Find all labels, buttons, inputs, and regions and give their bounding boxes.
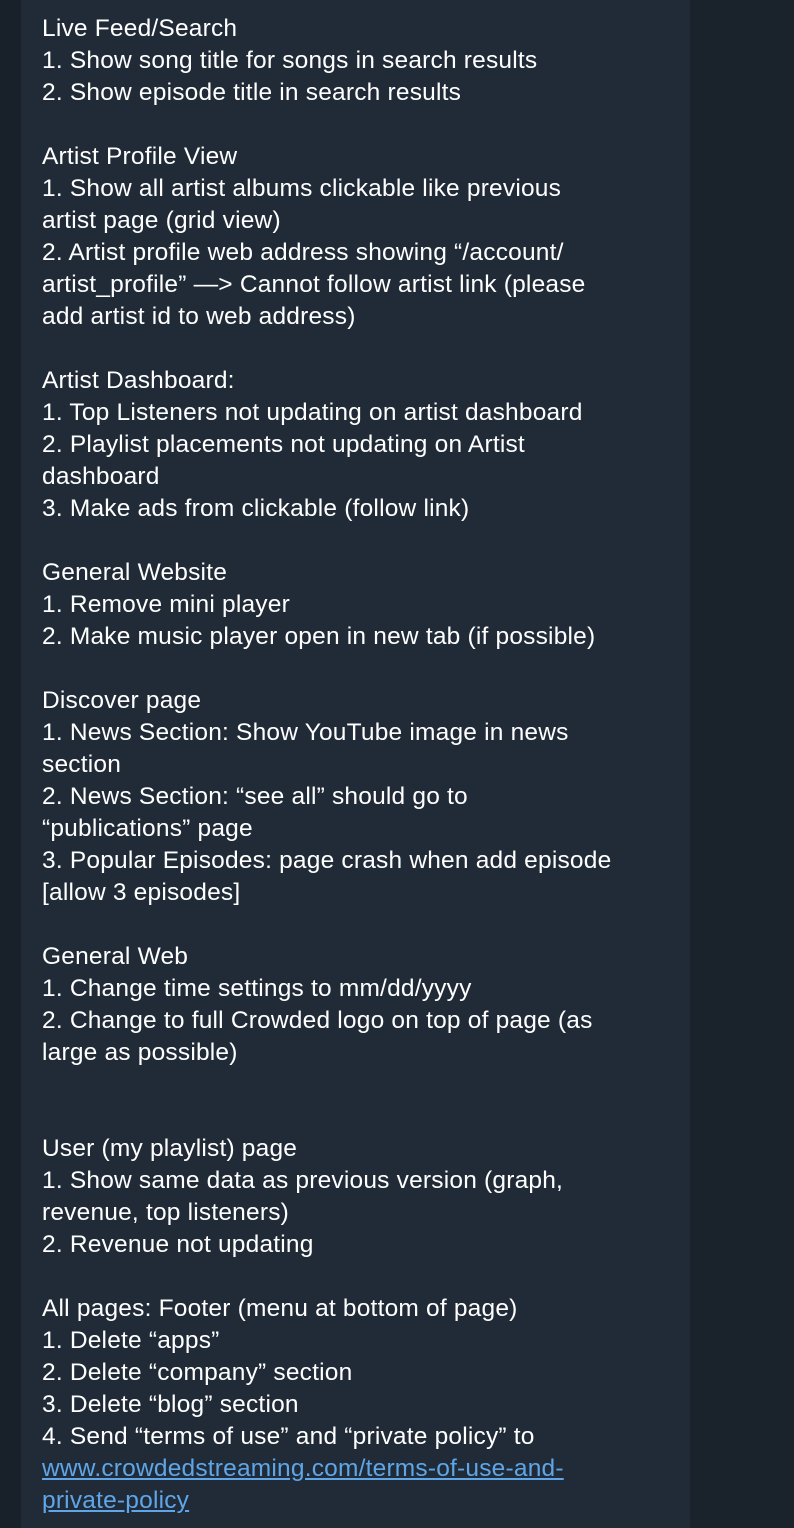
message-line: 1. Show same data as previous version (g… [42,1167,564,1194]
message-line: General Website [42,559,228,586]
message-line: Discover page [42,687,202,714]
message-line: 2. Delete “company” section [42,1359,353,1386]
message-line: 1. Show all artist albums clickable like… [42,175,562,202]
message-line: User (my playlist) page [42,1135,298,1162]
message-line: 1. Remove mini player [42,591,290,618]
message-line: private-policy [42,1485,682,1517]
message-line: add artist id to web address) [42,303,356,330]
message-line: 2. News Section: “see all” should go to [42,783,468,810]
message-line: 2. Revenue not updating [42,1231,314,1258]
message-line: 4. Send “terms of use” and “private poli… [42,1423,535,1450]
message-line: [allow 3 episodes] [42,879,241,906]
message-line: Artist Profile View [42,143,238,170]
message-text: Live Feed/Search 1. Show song title for s… [42,13,682,1517]
message-line: 2. Show episode title in search results [42,79,462,106]
message-line: 3. Make ads from clickable (follow link) [42,495,470,522]
message-line: 1. Show song title for songs in search r… [42,47,538,74]
terms-policy-link[interactable]: www.crowdedstreaming.com/terms-of-use-an… [42,1455,564,1482]
message-line: 2. Change to full Crowded logo on top of… [42,1007,593,1034]
message-line: 3. Delete “blog” section [42,1391,299,1418]
message-line: artist_profile” —> Cannot follow artist … [42,271,586,298]
message-line: revenue, top listeners) [42,1199,290,1226]
message-line: All pages: Footer (menu at bottom of pag… [42,1295,518,1322]
chat-background-left [0,0,21,1528]
message-line: General Web [42,943,189,970]
message-line: 1. Top Listeners not updating on artist … [42,399,583,426]
message-line: section [42,751,122,778]
message-line: “publications” page [42,815,253,842]
message-line: www.crowdedstreaming.com/terms-of-use-an… [42,1453,682,1485]
message-line: 1. Change time settings to mm/dd/yyyy [42,975,472,1002]
message-line: 2. Artist profile web address showing “/… [42,239,564,266]
message-line: large as possible) [42,1039,238,1066]
message-line: Artist Dashboard: [42,367,235,394]
terms-policy-link[interactable]: private-policy [42,1487,189,1514]
message-line: 3. Popular Episodes: page crash when add… [42,847,612,874]
message-line: 2. Playlist placements not updating on A… [42,431,525,458]
message-line: artist page (grid view) [42,207,281,234]
message-line: 2. Make music player open in new tab (if… [42,623,596,650]
message-line: 1. Delete “apps” [42,1327,220,1354]
message-line: Live Feed/Search [42,15,238,42]
message-line: dashboard [42,463,160,490]
message-line: 1. News Section: Show YouTube image in n… [42,719,569,746]
